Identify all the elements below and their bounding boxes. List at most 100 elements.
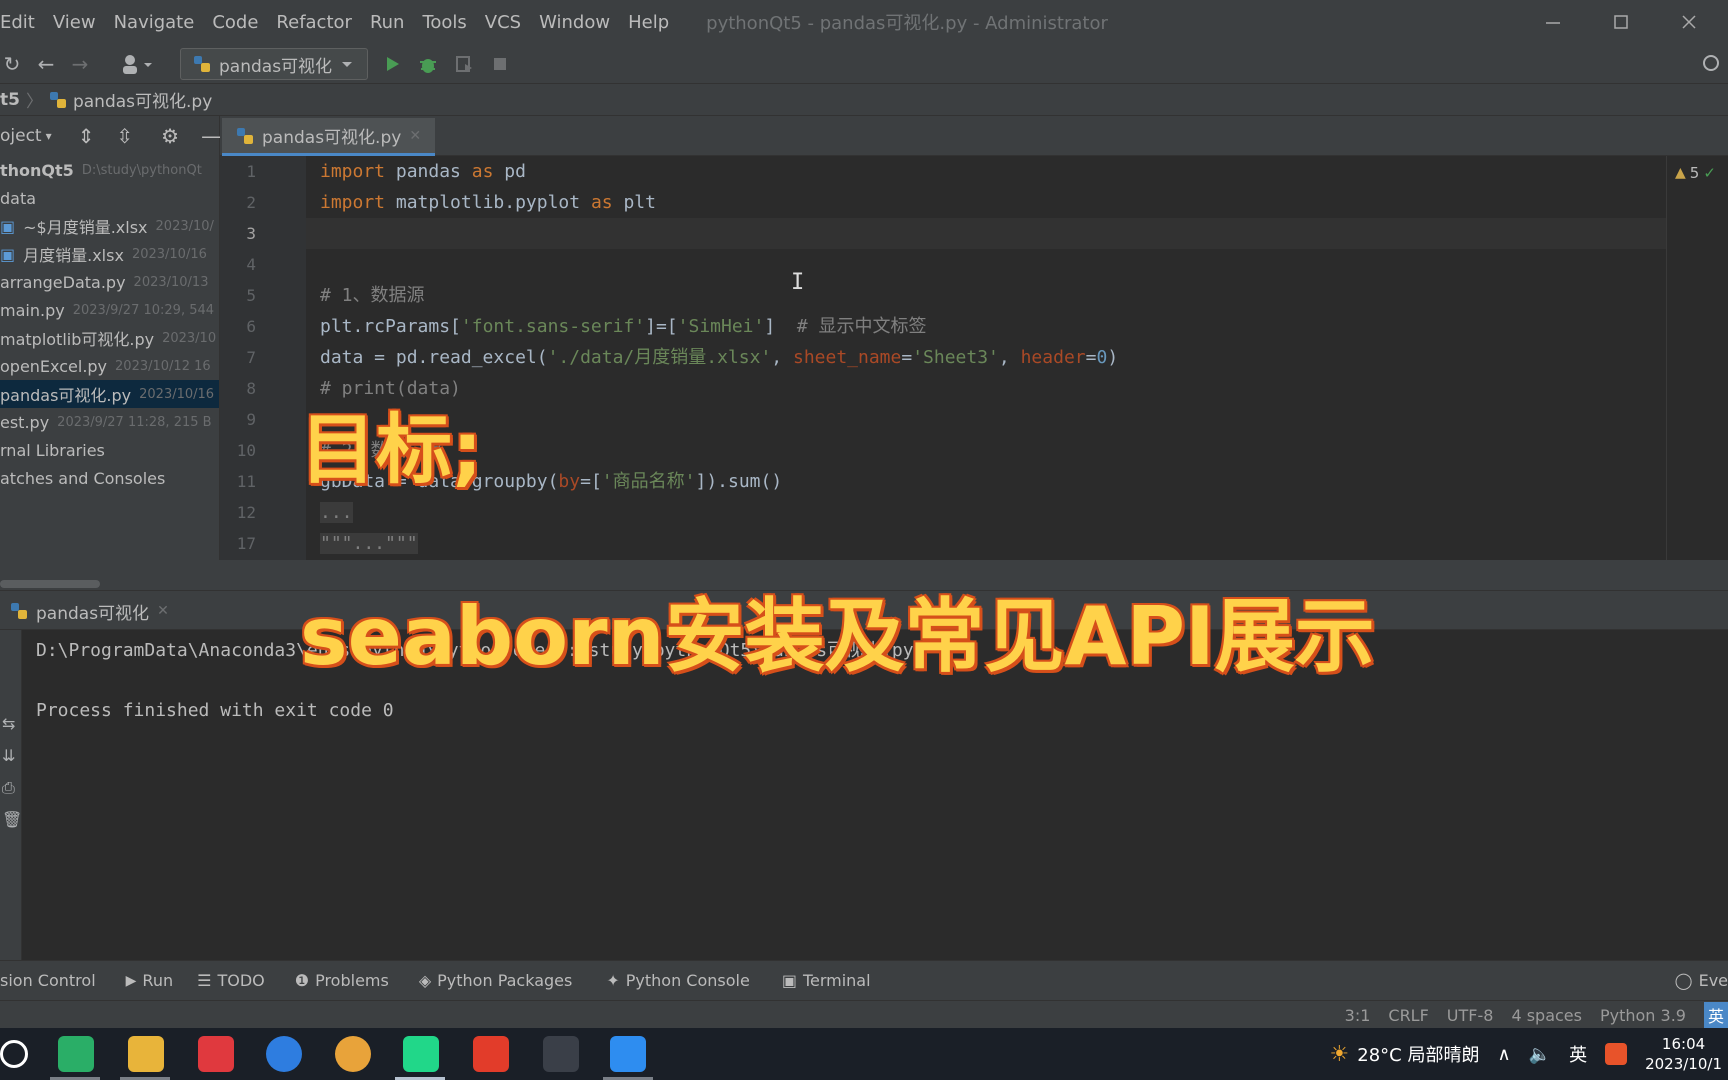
stop-icon[interactable]: [488, 52, 512, 76]
search-icon[interactable]: [0, 1040, 28, 1068]
maximize-icon[interactable]: [1612, 13, 1630, 31]
window-controls: [1544, 0, 1728, 44]
line-number: 8: [246, 379, 256, 398]
wps-icon[interactable]: [473, 1036, 509, 1072]
tool-window-terminal[interactable]: ▣ Terminal: [782, 971, 871, 990]
input-language[interactable]: 英: [1569, 1041, 1587, 1067]
menu-refactor[interactable]: Refactor: [267, 12, 361, 33]
run-icon[interactable]: [380, 52, 404, 76]
status-interpreter[interactable]: Python 3.9: [1600, 1006, 1686, 1025]
tree-item-arrangedata[interactable]: arrangeData.py 2023/10/13: [0, 268, 219, 296]
weather-widget[interactable]: ☀ 28°C 局部晴朗: [1330, 1041, 1480, 1067]
minimize-icon[interactable]: [1544, 13, 1562, 31]
tree-item-project-root[interactable]: thonQt5 D:\study\pythonQt: [0, 156, 219, 184]
pycharm-icon[interactable]: [403, 1036, 439, 1072]
sogou-ime-icon[interactable]: [1605, 1043, 1628, 1065]
close-icon[interactable]: [1680, 13, 1698, 31]
menu-help[interactable]: Help: [619, 12, 678, 33]
tool-window-todo[interactable]: ☰ TODO: [197, 971, 265, 990]
python-file-icon: [194, 56, 210, 72]
tool-window-python-packages[interactable]: ◈ Python Packages: [419, 971, 573, 990]
breadcrumb-file[interactable]: pandas可视化.py: [73, 87, 212, 112]
refresh-icon[interactable]: ↻: [0, 52, 24, 76]
volume-icon[interactable]: 🔈: [1529, 1044, 1551, 1065]
tree-item-scratches[interactable]: atches and Consoles: [0, 464, 219, 492]
forward-icon[interactable]: →: [68, 52, 92, 76]
menu-view[interactable]: View: [44, 12, 105, 33]
expand-all-icon[interactable]: ⇕: [78, 124, 95, 148]
tree-item-external-libraries[interactable]: rnal Libraries: [0, 436, 219, 464]
wechat-icon[interactable]: [58, 1036, 94, 1072]
status-ime-mode[interactable]: 英: [1703, 1002, 1728, 1028]
code-line: # print(data): [320, 378, 461, 399]
code-line-folded[interactable]: ...: [306, 497, 1666, 528]
code-line: # 1、数据源: [320, 285, 425, 306]
chrome-icon[interactable]: [335, 1036, 371, 1072]
tree-item-pandas[interactable]: pandas可视化.py 2023/10/16: [0, 380, 219, 408]
close-tab-icon[interactable]: ✕: [157, 603, 169, 619]
menu-edit[interactable]: Edit: [0, 12, 44, 33]
app-blue-icon[interactable]: [610, 1036, 646, 1072]
coverage-icon[interactable]: [452, 52, 476, 76]
trash-icon[interactable]: 🗑: [2, 810, 22, 829]
tree-item-test[interactable]: est.py 2023/9/27 11:28, 215 B: [0, 408, 219, 436]
chevron-up-icon[interactable]: ∧: [1497, 1044, 1510, 1065]
tree-item-openexcel[interactable]: openExcel.py 2023/10/12 16: [0, 352, 219, 380]
menu-run[interactable]: Run: [361, 12, 414, 33]
menu-vcs[interactable]: VCS: [476, 12, 530, 33]
tree-item-data-folder[interactable]: data: [0, 184, 219, 212]
tree-item-main[interactable]: main.py 2023/9/27 10:29, 544: [0, 296, 219, 324]
hide-panel-icon[interactable]: —: [201, 124, 221, 148]
app-red-icon[interactable]: [198, 1036, 234, 1072]
menu-window[interactable]: Window: [530, 12, 619, 33]
close-tab-icon[interactable]: ✕: [409, 128, 421, 144]
line-number: 9: [246, 410, 256, 429]
menu-navigate[interactable]: Navigate: [105, 12, 204, 33]
collapse-all-icon[interactable]: ⇳: [116, 124, 133, 148]
status-indent[interactable]: 4 spaces: [1511, 1006, 1582, 1025]
status-encoding[interactable]: UTF-8: [1447, 1006, 1494, 1025]
run-configuration-select[interactable]: pandas可视化: [180, 48, 368, 80]
soft-wrap-icon[interactable]: ⇆: [2, 714, 15, 733]
run-tab-pandas[interactable]: pandas可视化 ✕: [0, 591, 169, 631]
editor-tab-pandas[interactable]: pandas可视化.py ✕: [222, 118, 436, 156]
packages-icon: ◈: [418, 971, 432, 990]
breadcrumb-project[interactable]: t5: [0, 90, 20, 110]
editor-tab-bar: pandas可视化.py ✕: [220, 116, 1728, 156]
excel-file-icon: ▣: [0, 244, 16, 264]
tool-window-version-control[interactable]: sion Control: [0, 971, 96, 990]
project-view-select[interactable]: oject: [0, 126, 42, 146]
chevron-down-icon: ▾: [45, 129, 52, 143]
status-caret-position[interactable]: 3:1: [1345, 1006, 1371, 1025]
debug-icon[interactable]: [416, 52, 440, 76]
chevron-down-icon: [342, 62, 353, 67]
tool-window-python-console[interactable]: ✦ Python Console: [606, 971, 749, 990]
gear-icon[interactable]: ⚙: [161, 124, 179, 148]
scrollbar-thumb[interactable]: [0, 580, 100, 588]
scroll-end-icon[interactable]: ⇊: [2, 746, 15, 765]
user-icon[interactable]: [118, 52, 158, 76]
tool-window-problems[interactable]: ❶ Problems: [295, 971, 389, 990]
search-everywhere-icon[interactable]: [1700, 52, 1724, 76]
menu-tools[interactable]: Tools: [413, 12, 475, 33]
code-line-folded[interactable]: """...""": [306, 528, 1666, 559]
tree-item-matplotlib[interactable]: matplotlib可视化.py 2023/10: [0, 324, 219, 352]
bilibili-icon[interactable]: [543, 1036, 579, 1072]
status-line-separator[interactable]: CRLF: [1388, 1006, 1428, 1025]
back-icon[interactable]: ←: [34, 52, 58, 76]
line-number: 2: [246, 193, 256, 212]
file-explorer-icon[interactable]: [128, 1036, 164, 1072]
search-app-icon[interactable]: [266, 1036, 302, 1072]
menu-bar: Edit View Navigate Code Refactor Run Too…: [0, 0, 1728, 44]
tree-item-xlsx[interactable]: ▣ 月度销量.xlsx 2023/10/16: [0, 240, 219, 268]
problems-icon: ❶: [294, 971, 310, 990]
code-line: plt.rcParams['font.sans-serif']=['SimHei…: [320, 316, 927, 337]
code-editor[interactable]: import pandas as pd import matplotlib.py…: [306, 156, 1666, 560]
menu-code[interactable]: Code: [203, 12, 267, 33]
print-icon[interactable]: ⎙: [2, 778, 15, 798]
tree-item-temp-xlsx[interactable]: ▣ ~$月度销量.xlsx 2023/10/: [0, 212, 219, 240]
tool-window-run[interactable]: ▶ Run: [126, 971, 173, 990]
tool-window-event-log[interactable]: ◯ Eve: [1675, 971, 1728, 990]
clock[interactable]: 16:04 2023/10/1: [1645, 1034, 1722, 1074]
warnings-indicator[interactable]: ▲ 5 ✓: [1675, 164, 1716, 182]
